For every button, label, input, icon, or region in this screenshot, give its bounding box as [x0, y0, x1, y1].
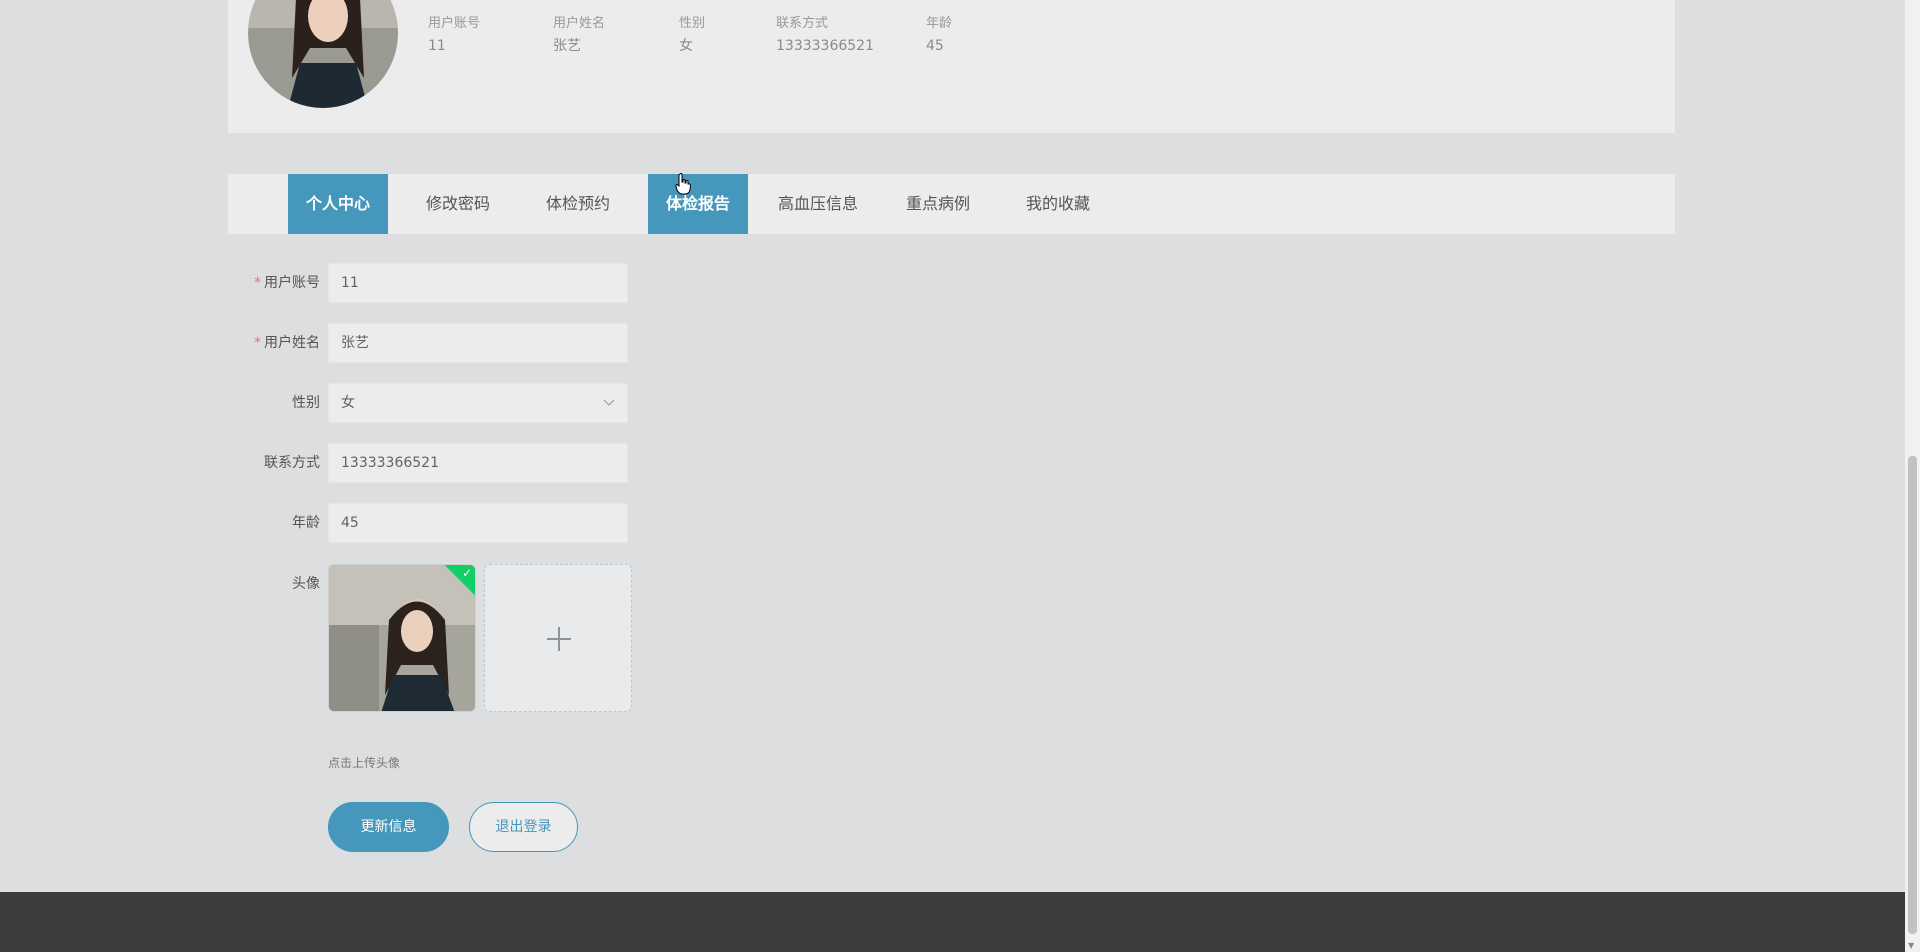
name-label-text: 用户姓名	[264, 335, 320, 351]
age-label: 年龄	[292, 515, 320, 531]
profile-card: 用户账号 11 用户姓名 张艺 性别 女 联系方式 13333366521 年龄…	[228, 0, 1675, 133]
update-info-button[interactable]: 更新信息	[328, 802, 449, 852]
uploaded-avatar-thumbnail[interactable]: ✓	[328, 564, 476, 712]
profile-avatar	[248, 0, 398, 108]
account-label-text: 用户账号	[264, 275, 320, 291]
profile-field-name: 用户姓名 张艺	[553, 14, 605, 56]
phone-label: 联系方式	[264, 455, 320, 471]
age-input[interactable]: 45	[328, 503, 628, 543]
profile-field-account: 用户账号 11	[428, 14, 480, 56]
account-label: * 用户账号	[228, 263, 320, 303]
profile-field-phone: 联系方式 13333366521	[776, 14, 874, 56]
profile-field-label: 用户姓名	[553, 16, 606, 31]
name-label: * 用户姓名	[228, 323, 320, 363]
page-scrollbar[interactable]: ▼	[1905, 0, 1920, 952]
name-input[interactable]: 张艺	[328, 323, 628, 363]
profile-field-label: 性别	[679, 16, 706, 31]
account-input[interactable]: 11	[328, 263, 628, 303]
tab-change-password[interactable]: 修改密码	[408, 174, 508, 234]
gender-label: 性别	[292, 395, 320, 411]
phone-input[interactable]: 13333366521	[328, 443, 628, 483]
profile-field-label: 年龄	[926, 16, 953, 31]
gender-select[interactable]: 女	[328, 383, 628, 423]
profile-field-value: 女	[679, 38, 693, 54]
profile-field-value: 13333366521	[776, 38, 874, 54]
tab-exam-report[interactable]: 体检报告	[648, 174, 748, 234]
avatar-photo	[329, 565, 475, 711]
profile-field-gender: 性别 女	[679, 14, 705, 56]
gender-select-value: 女	[341, 395, 355, 411]
upload-tip: 点击上传头像	[328, 756, 401, 770]
mouse-pointer-hand-icon	[675, 173, 692, 195]
tab-my-favorites[interactable]: 我的收藏	[1008, 174, 1108, 234]
tab-hypertension-info[interactable]: 高血压信息	[768, 174, 868, 234]
required-mark: *	[254, 335, 261, 351]
scroll-down-arrow-icon[interactable]: ▼	[1908, 941, 1914, 950]
page-footer	[0, 892, 1905, 952]
profile-field-label: 联系方式	[776, 16, 829, 31]
user-center-tabs: 个人中心 修改密码 体检预约 体检报告 高血压信息 重点病例 我的收藏	[228, 174, 1675, 234]
profile-field-value: 11	[428, 38, 446, 54]
chevron-down-icon	[603, 384, 615, 437]
profile-field-label: 用户账号	[428, 16, 481, 31]
profile-field-age: 年龄 45	[926, 14, 952, 56]
tab-personal-center[interactable]: 个人中心	[288, 174, 388, 234]
profile-field-value: 张艺	[553, 38, 581, 54]
required-mark: *	[254, 275, 261, 291]
avatar-label: 头像	[292, 576, 320, 592]
check-icon: ✓	[461, 566, 472, 580]
logout-button[interactable]: 退出登录	[469, 802, 578, 852]
upload-avatar-button[interactable]	[484, 564, 632, 712]
tab-exam-appointment[interactable]: 体检预约	[528, 174, 628, 234]
scrollbar-thumb[interactable]	[1908, 456, 1917, 934]
profile-field-value: 45	[926, 38, 944, 54]
tab-key-cases[interactable]: 重点病例	[888, 174, 988, 234]
